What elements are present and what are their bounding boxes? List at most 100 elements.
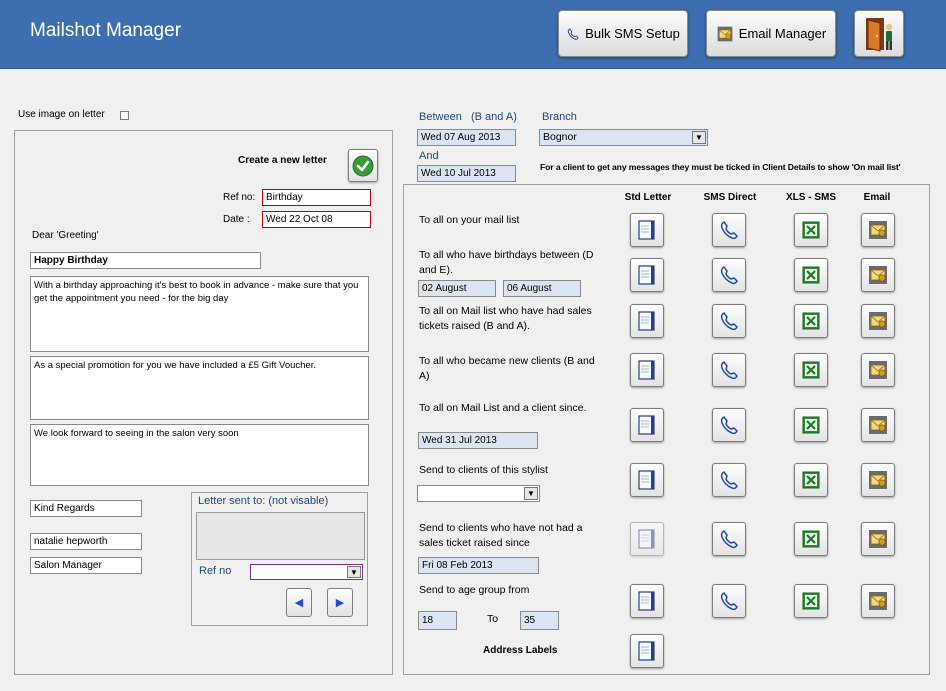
phone-icon (718, 219, 740, 241)
no-ticket-std-letter-button[interactable] (630, 522, 664, 556)
new-clients-std-letter-button[interactable] (630, 353, 664, 387)
date-label: Date : (223, 214, 250, 225)
stylist-std-letter-button[interactable] (630, 463, 664, 497)
col-sms-direct: SMS Direct (703, 192, 757, 203)
row-stylist-label: Send to clients of this stylist (419, 464, 548, 476)
excel-icon (800, 590, 822, 612)
sales-tickets-email-button[interactable] (861, 304, 895, 338)
birthdays-email-button[interactable] (861, 258, 895, 292)
paragraph2-textarea[interactable]: As a special promotion for you we have i… (30, 356, 369, 420)
mail-list-sms-button[interactable] (712, 213, 746, 247)
phone-icon (566, 27, 580, 41)
email-icon (867, 590, 889, 612)
client-since-date-field[interactable]: Wed 31 Jul 2013 (418, 432, 538, 449)
signer-name-field[interactable]: natalie hepworth (30, 533, 142, 550)
age-group-std-letter-button[interactable] (630, 584, 664, 618)
stylist-sms-button[interactable] (712, 463, 746, 497)
row-mail-list-label: To all on your mail list (419, 214, 520, 226)
sales-tickets-std-letter-button[interactable] (630, 304, 664, 338)
chevron-down-icon[interactable]: ▼ (347, 566, 361, 578)
row-birthdays-label: To all who have birthdays between (D and… (419, 249, 594, 276)
sent-ref-combo[interactable]: ▼ (250, 564, 363, 580)
stylist-email-button[interactable] (861, 463, 895, 497)
email-icon (867, 528, 889, 550)
no-ticket-sms-button[interactable] (712, 522, 746, 556)
mail-list-xls-button[interactable] (794, 213, 828, 247)
phone-icon (718, 264, 740, 286)
next-record-button[interactable]: ▶ (327, 588, 353, 617)
email-icon (867, 310, 889, 332)
no-ticket-xls-button[interactable] (794, 522, 828, 556)
birthdays-std-letter-button[interactable] (630, 258, 664, 292)
email-manager-button[interactable]: Email Manager (706, 10, 836, 57)
phone-icon (718, 414, 740, 436)
arrow-right-icon: ▶ (335, 597, 345, 609)
chevron-down-icon[interactable]: ▼ (692, 131, 706, 144)
signer-title-field[interactable]: Salon Manager (30, 557, 142, 574)
client-since-xls-button[interactable] (794, 408, 828, 442)
email-icon (867, 359, 889, 381)
client-since-email-button[interactable] (861, 408, 895, 442)
row-new-clients-label: To all who became new clients (B and A) (419, 355, 595, 382)
address-labels-button[interactable] (630, 634, 664, 668)
use-image-checkbox[interactable] (120, 111, 129, 120)
app-title: Mailshot Manager (30, 20, 182, 41)
row-no-ticket-label: Send to clients who have not had a sales… (419, 522, 583, 549)
paragraph3-textarea[interactable]: We look forward to seeing in the salon v… (30, 424, 369, 486)
letter-sent-title: Letter sent to: (not visable) (198, 495, 329, 507)
client-since-sms-button[interactable] (712, 408, 746, 442)
date-from-field[interactable]: Wed 07 Aug 2013 (417, 129, 516, 146)
subject-field[interactable]: Happy Birthday (30, 252, 261, 269)
chevron-down-icon[interactable]: ▼ (524, 487, 538, 500)
document-icon (636, 469, 658, 491)
new-clients-sms-button[interactable] (712, 353, 746, 387)
exit-button[interactable] (854, 10, 904, 57)
age-to-field[interactable]: 35 (520, 611, 559, 630)
mail-list-email-button[interactable] (861, 213, 895, 247)
and-label: And (419, 150, 439, 162)
date-to-field[interactable]: Wed 10 Jul 2013 (417, 165, 516, 182)
phone-icon (718, 590, 740, 612)
document-icon (636, 590, 658, 612)
no-ticket-since-date-field[interactable]: Fri 08 Feb 2013 (418, 557, 539, 574)
birthdays-sms-button[interactable] (712, 258, 746, 292)
document-icon (636, 414, 658, 436)
new-clients-xls-button[interactable] (794, 353, 828, 387)
mail-list-std-letter-button[interactable] (630, 213, 664, 247)
check-icon (352, 155, 374, 176)
signoff-field[interactable]: Kind Regards (30, 500, 142, 517)
sales-tickets-sms-button[interactable] (712, 304, 746, 338)
new-clients-email-button[interactable] (861, 353, 895, 387)
birthdays-xls-button[interactable] (794, 258, 828, 292)
use-image-label: Use image on letter (18, 109, 105, 120)
email-icon (867, 414, 889, 436)
date-field[interactable]: Wed 22 Oct 08 (262, 211, 371, 228)
email-icon (867, 264, 889, 286)
age-group-xls-button[interactable] (794, 584, 828, 618)
age-group-sms-button[interactable] (712, 584, 746, 618)
branch-value: Bognor (543, 131, 577, 143)
no-ticket-email-button[interactable] (861, 522, 895, 556)
prev-record-button[interactable]: ◀ (286, 588, 312, 617)
stylist-combo[interactable]: ▼ (417, 485, 540, 502)
age-to-label: To (487, 613, 499, 625)
letter-sent-list[interactable] (196, 512, 365, 560)
stylist-xls-button[interactable] (794, 463, 828, 497)
between-label: Between (419, 111, 462, 123)
col-xls-sms: XLS - SMS (785, 192, 836, 203)
excel-icon (800, 528, 822, 550)
ref-no-field[interactable]: Birthday (262, 189, 371, 206)
birthday-to-field[interactable]: 06 August (503, 280, 581, 297)
email-icon (716, 25, 734, 43)
excel-icon (800, 219, 822, 241)
bulk-sms-setup-button[interactable]: Bulk SMS Setup (558, 10, 688, 57)
branch-combo[interactable]: Bognor ▼ (539, 129, 708, 146)
client-since-std-letter-button[interactable] (630, 408, 664, 442)
birthday-from-field[interactable]: 02 August (418, 280, 496, 297)
age-from-field[interactable]: 18 (418, 611, 457, 630)
create-letter-button[interactable] (348, 149, 378, 182)
paragraph1-textarea[interactable]: With a birthday approaching it's best to… (30, 276, 369, 352)
sales-tickets-xls-button[interactable] (794, 304, 828, 338)
document-icon (636, 640, 658, 662)
age-group-email-button[interactable] (861, 584, 895, 618)
